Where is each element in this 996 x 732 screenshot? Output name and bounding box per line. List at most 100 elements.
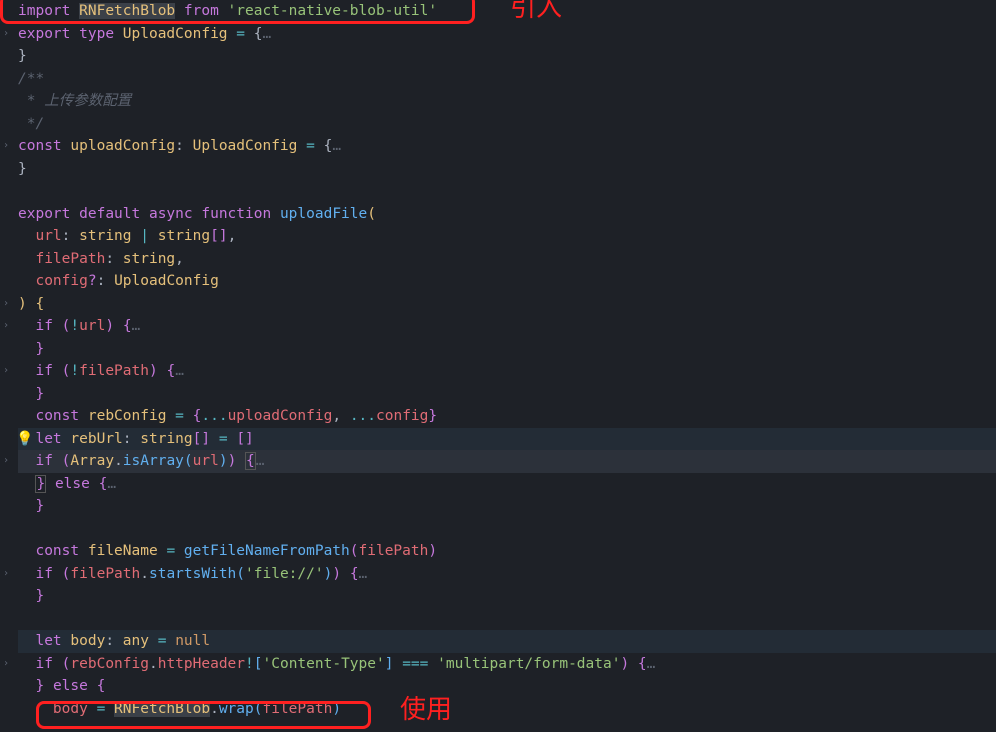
fold-icon[interactable]: ›: [0, 360, 12, 383]
code-line[interactable]: import RNFetchBlob from 'react-native-bl…: [18, 0, 996, 23]
code-line[interactable]: ›) {: [18, 293, 996, 316]
operator: =: [306, 138, 315, 154]
paren: (: [367, 206, 376, 222]
folded-icon[interactable]: …: [256, 453, 265, 469]
code-line[interactable]: }: [18, 585, 996, 608]
code-line[interactable]: [18, 608, 996, 631]
fold-icon[interactable]: ›: [0, 450, 12, 473]
code-line[interactable]: /**: [18, 68, 996, 91]
function-name: uploadFile: [280, 206, 367, 222]
folded-icon[interactable]: …: [175, 363, 184, 379]
keyword: import: [18, 3, 70, 19]
variable: uploadConfig: [70, 138, 175, 154]
code-line[interactable]: › if (filePath.startsWith('file://')) {…: [18, 563, 996, 586]
brace: }: [18, 161, 27, 177]
method: wrap: [219, 701, 254, 717]
brace: }: [35, 588, 44, 604]
variable: url: [79, 318, 105, 334]
param: config: [35, 273, 87, 289]
lightbulb-icon[interactable]: 💡: [16, 428, 33, 451]
type: string: [140, 431, 192, 447]
operator: !: [70, 318, 79, 334]
brace: }: [35, 341, 44, 357]
code-line[interactable]: 💡 let rebUrl: string[] = []: [18, 428, 996, 451]
fold-icon[interactable]: ›: [0, 653, 12, 676]
code-line[interactable]: * 上传参数配置: [18, 90, 996, 113]
string: 'multipart/form-data': [437, 656, 620, 672]
folded-icon[interactable]: …: [262, 26, 271, 42]
variable: filePath: [70, 566, 140, 582]
code-line[interactable]: }: [18, 45, 996, 68]
keyword: if: [35, 318, 52, 334]
comment: */: [18, 116, 44, 132]
comment: /**: [18, 71, 44, 87]
code-line[interactable]: } else {…: [18, 473, 996, 496]
operator: ===: [402, 656, 428, 672]
code-line[interactable]: }: [18, 338, 996, 361]
code-line[interactable]: ›const uploadConfig: UploadConfig = {…: [18, 135, 996, 158]
code-line[interactable]: › if (!url) {…: [18, 315, 996, 338]
brace: {: [166, 363, 175, 379]
keyword: if: [35, 453, 52, 469]
code-line[interactable]: ›export type UploadConfig = {…: [18, 23, 996, 46]
fold-icon[interactable]: ›: [0, 315, 12, 338]
code-line[interactable]: } else {: [18, 675, 996, 698]
arg: filePath: [262, 701, 332, 717]
code-line[interactable]: const rebConfig = {...uploadConfig, ...c…: [18, 405, 996, 428]
arg: filePath: [359, 543, 429, 559]
fold-icon[interactable]: ›: [0, 293, 12, 316]
brace: {: [123, 318, 132, 334]
code-line[interactable]: url: string | string[],: [18, 225, 996, 248]
folded-icon[interactable]: …: [332, 138, 341, 154]
string: 'react-native-blob-util': [228, 3, 438, 19]
code-line[interactable]: [18, 180, 996, 203]
brace: }: [36, 476, 45, 492]
keyword: else: [55, 476, 90, 492]
operator: =: [158, 633, 167, 649]
code-line[interactable]: }: [18, 495, 996, 518]
variable: uploadConfig: [228, 408, 333, 424]
code-line-active[interactable]: › if (Array.isArray(url)) {…: [18, 450, 996, 473]
brace: }: [35, 386, 44, 402]
keyword: export: [18, 26, 70, 42]
code-line[interactable]: filePath: string,: [18, 248, 996, 271]
code-line[interactable]: export default async function uploadFile…: [18, 203, 996, 226]
array: []: [236, 431, 253, 447]
keyword: from: [184, 3, 219, 19]
code-editor[interactable]: import RNFetchBlob from 'react-native-bl…: [0, 0, 996, 720]
fold-icon[interactable]: ›: [0, 23, 12, 46]
fold-icon[interactable]: ›: [0, 135, 12, 158]
code-line[interactable]: let body: any = null: [18, 630, 996, 653]
string: 'Content-Type': [263, 656, 385, 672]
code-line[interactable]: */: [18, 113, 996, 136]
class: Array: [70, 453, 114, 469]
keyword: const: [35, 408, 79, 424]
keyword: function: [201, 206, 271, 222]
folded-icon[interactable]: …: [359, 566, 368, 582]
folded-icon[interactable]: …: [107, 476, 116, 492]
folded-icon[interactable]: …: [132, 318, 141, 334]
variable: filePath: [79, 363, 149, 379]
code-line[interactable]: › if (rebConfig.httpHeader!['Content-Typ…: [18, 653, 996, 676]
keyword: export: [18, 206, 70, 222]
keyword: const: [18, 138, 62, 154]
brackets: []: [193, 431, 210, 447]
keyword: if: [35, 566, 52, 582]
method: startsWith: [149, 566, 236, 582]
code-line[interactable]: body = RNFetchBlob.wrap(filePath): [18, 698, 996, 721]
keyword: let: [35, 431, 61, 447]
code-line[interactable]: › if (!filePath) {…: [18, 360, 996, 383]
code-line[interactable]: }: [18, 383, 996, 406]
param: url: [35, 228, 61, 244]
method: isArray: [123, 453, 184, 469]
code-line[interactable]: config?: UploadConfig: [18, 270, 996, 293]
string: 'file://': [245, 566, 324, 582]
type: UploadConfig: [193, 138, 298, 154]
fold-icon[interactable]: ›: [0, 563, 12, 586]
code-line[interactable]: }: [18, 158, 996, 181]
code-line[interactable]: const fileName = getFileNameFromPath(fil…: [18, 540, 996, 563]
code-line[interactable]: [18, 518, 996, 541]
type: string: [123, 251, 175, 267]
brace: {: [35, 296, 44, 312]
folded-icon[interactable]: …: [647, 656, 656, 672]
